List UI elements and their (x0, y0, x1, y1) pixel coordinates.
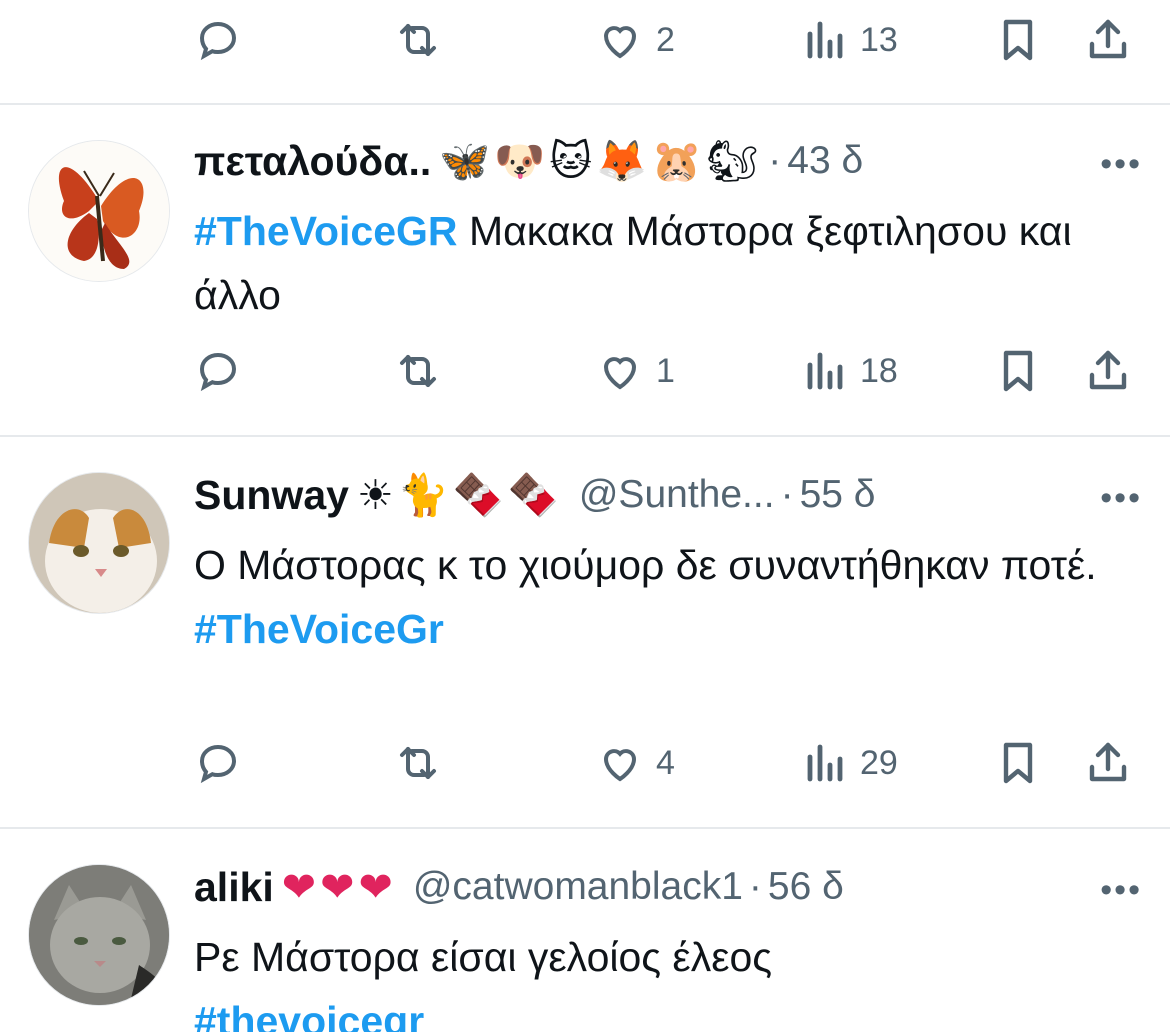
separator-dot: · (748, 865, 762, 908)
separator-dot: · (768, 139, 782, 182)
display-name[interactable]: Sunway (194, 472, 349, 519)
bookmark-button[interactable] (994, 733, 1042, 793)
display-name[interactable]: πεταλούδα.. (194, 138, 431, 185)
share-icon (1089, 19, 1127, 59)
retweet-button[interactable] (394, 341, 442, 401)
reply-icon (199, 744, 237, 784)
tweet-text: Ο Μάστορας κ το χιούμορ δε συναντήθηκαν … (194, 533, 1140, 661)
avatar[interactable] (28, 864, 170, 1006)
tweet-header: Sunway ☀🐈🍫🍫 @Sunthe... · 55 δ (194, 465, 1140, 525)
views-count: 29 (860, 743, 898, 782)
retweet-button[interactable] (394, 733, 442, 793)
separator-dot: · (780, 473, 794, 516)
like-count: 1 (656, 351, 675, 390)
views-count: 18 (860, 351, 898, 390)
timeline-feed: 2 13 πεταλούδα.. 🦋� (0, 0, 1170, 1032)
share-icon (1089, 742, 1127, 782)
tweet[interactable]: πεταλούδα.. 🦋🐶🐱🦊🐹🐿 · 43 δ ••• #TheVoiceG… (0, 105, 1170, 435)
avatar[interactable] (28, 140, 170, 282)
display-name[interactable]: aliki (194, 864, 274, 911)
views-button[interactable]: 13 (800, 10, 898, 70)
more-options-icon[interactable]: ••• (1100, 479, 1142, 518)
retweet-icon (400, 24, 436, 56)
reply-icon (199, 352, 237, 392)
tweet-actions: 1 18 (194, 341, 1144, 401)
timestamp[interactable]: 43 δ (787, 139, 863, 183)
retweet-icon (400, 747, 436, 779)
tweet-text-content: Ο Μάστορας κ το χιούμορ δε συναντήθηκαν … (194, 542, 1097, 588)
more-options-icon[interactable]: ••• (1100, 871, 1142, 910)
gray-cat-avatar-image (29, 865, 169, 1005)
heart-icon (603, 357, 637, 390)
reply-button[interactable] (194, 10, 242, 70)
share-button[interactable] (1084, 341, 1132, 401)
user-handle[interactable]: @catwomanblack1 (413, 865, 743, 909)
bookmark-icon (1003, 19, 1033, 61)
views-button[interactable]: 29 (800, 733, 898, 793)
timestamp[interactable]: 56 δ (768, 865, 844, 909)
like-button[interactable]: 4 (596, 733, 675, 793)
like-button[interactable]: 2 (596, 10, 675, 70)
bar-chart-icon (807, 21, 843, 59)
reply-button[interactable] (194, 341, 242, 401)
hashtag-link[interactable]: #TheVoiceGr (194, 597, 1140, 661)
tweet-text: #TheVoiceGR Μακακα Μάστορα ξεφτιλησου κα… (194, 199, 1140, 327)
heart-icon (603, 26, 637, 59)
bar-chart-icon (807, 744, 843, 782)
retweet-icon (400, 355, 436, 387)
views-button[interactable]: 18 (800, 341, 898, 401)
views-count: 13 (860, 20, 898, 59)
tweet-text: Ρε Μάστορα είσαι γελοίος έλεος #thevoice… (194, 925, 1140, 1032)
bookmark-button[interactable] (994, 10, 1042, 70)
tweet-text-content: Ρε Μάστορα είσαι γελοίος έλεος (194, 934, 773, 980)
bar-chart-icon (807, 352, 843, 390)
tweet[interactable]: Sunway ☀🐈🍫🍫 @Sunthe... · 55 δ ••• Ο Μάστ… (0, 437, 1170, 827)
user-handle[interactable]: @Sunthe... (579, 473, 775, 517)
retweet-button[interactable] (394, 10, 442, 70)
timestamp[interactable]: 55 δ (800, 473, 876, 517)
bookmark-button[interactable] (994, 341, 1042, 401)
share-icon (1089, 350, 1127, 390)
like-button[interactable]: 1 (596, 341, 675, 401)
more-options-icon[interactable]: ••• (1100, 145, 1142, 184)
tweet-actions-previous: 2 13 (194, 10, 1144, 70)
hashtag-link[interactable]: #thevoicegr (194, 989, 1140, 1032)
cat-avatar-image (29, 473, 169, 613)
like-count: 4 (656, 743, 675, 782)
avatar[interactable] (28, 472, 170, 614)
reply-button[interactable] (194, 733, 242, 793)
tweet[interactable]: aliki ❤❤❤ @catwomanblack1 · 56 δ ••• Ρε … (0, 829, 1170, 1032)
bookmark-icon (1003, 350, 1033, 392)
tweet-header: aliki ❤❤❤ @catwomanblack1 · 56 δ (194, 857, 1140, 917)
name-emojis: ☀🐈🍫🍫 (356, 470, 563, 519)
hashtag-link[interactable]: #TheVoiceGR (194, 208, 458, 254)
butterfly-avatar-image (29, 141, 169, 281)
reply-icon (199, 21, 237, 61)
share-button[interactable] (1084, 733, 1132, 793)
heart-icon (603, 749, 637, 782)
bookmark-icon (1003, 742, 1033, 784)
share-button[interactable] (1084, 10, 1132, 70)
name-emojis: ❤❤❤ (281, 863, 397, 911)
like-count: 2 (656, 20, 675, 59)
name-emojis: 🦋🐶🐱🦊🐹🐿 (439, 136, 763, 185)
tweet-actions: 4 29 (194, 733, 1144, 793)
tweet-header: πεταλούδα.. 🦋🐶🐱🦊🐹🐿 · 43 δ (194, 131, 1140, 191)
